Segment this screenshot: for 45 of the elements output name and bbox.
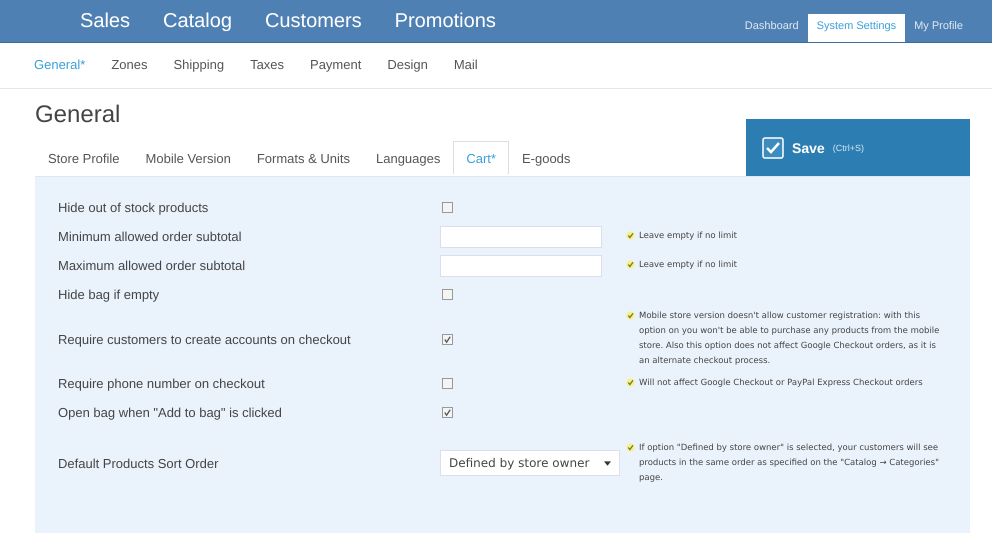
hint-text: Will not affect Google Checkout or PayPal Express Checkout orders	[639, 377, 923, 390]
setting-label: Hide out of stock products	[58, 200, 210, 215]
setting-label: Maximum allowed order subtotal	[58, 258, 246, 273]
hint-text: If option "Defined by store owner" is selected, your customers will see products in the same order as specified on the "Catalog → Categories" page.	[639, 442, 940, 484]
hint-text: Leave empty if no limit	[639, 230, 737, 243]
subnav-link[interactable]: Shipping	[173, 57, 224, 88]
nav-link[interactable]: Sales	[80, 10, 130, 32]
setting-label: Open bag when "Add to bag" is clicked	[58, 405, 283, 420]
hint-text: Leave empty if no limit	[639, 259, 737, 272]
subnav-link[interactable]: Payment	[310, 57, 362, 88]
tick-icon	[626, 260, 635, 269]
hint-text: Mobile store version doesn't allow customer registration: with this option on you won't be able to purchase any products from the mobile store. Also this option does not affect Google Checkout orders, as it is an alternate checkout process.	[639, 310, 940, 368]
nav-link[interactable]: Promotions	[394, 10, 496, 32]
sort-order-dropdown[interactable]: Defined by store owner	[440, 450, 620, 476]
tab[interactable]: Languages	[363, 141, 454, 174]
tick-icon	[626, 231, 635, 240]
checkbox[interactable]	[442, 289, 453, 300]
setting-label: Require customers to create accounts on checkout	[58, 332, 352, 346]
checkmark-icon	[762, 136, 784, 158]
subnav-link[interactable]: Zones	[111, 57, 148, 88]
input-field[interactable]	[440, 254, 602, 276]
tab[interactable]: Mobile Version	[132, 141, 244, 174]
setting-label: Require phone number on checkout	[58, 376, 266, 391]
setting-label: Default Products Sort Order	[58, 456, 220, 470]
caret-icon	[604, 460, 611, 466]
subnav-link[interactable]: Design	[387, 57, 428, 88]
checkbox[interactable]	[442, 407, 453, 418]
nav-link[interactable]: Customers	[264, 10, 362, 32]
nav-link[interactable]: Catalog	[163, 10, 232, 32]
tick-icon	[626, 311, 635, 320]
checkbox[interactable]	[442, 202, 453, 213]
checkbox[interactable]	[442, 334, 453, 344]
subnav-link[interactable]: Mail	[454, 57, 478, 88]
input-field[interactable]	[440, 226, 602, 248]
page-title: General	[35, 101, 122, 129]
setting-label: Minimum allowed order subtotal	[58, 229, 243, 244]
tick-icon	[626, 378, 635, 387]
tick-icon	[626, 442, 635, 452]
setting-label: Hide bag if empty	[58, 287, 160, 302]
checkbox[interactable]	[442, 378, 453, 389]
subnav-link[interactable]: Taxes	[250, 57, 284, 88]
tab[interactable]: Formats & Units	[244, 141, 364, 174]
tab[interactable]: E-goods	[508, 141, 584, 174]
save-button[interactable]: Save (Ctrl+S)	[746, 119, 970, 176]
tab[interactable]: Store Profile	[35, 141, 133, 174]
